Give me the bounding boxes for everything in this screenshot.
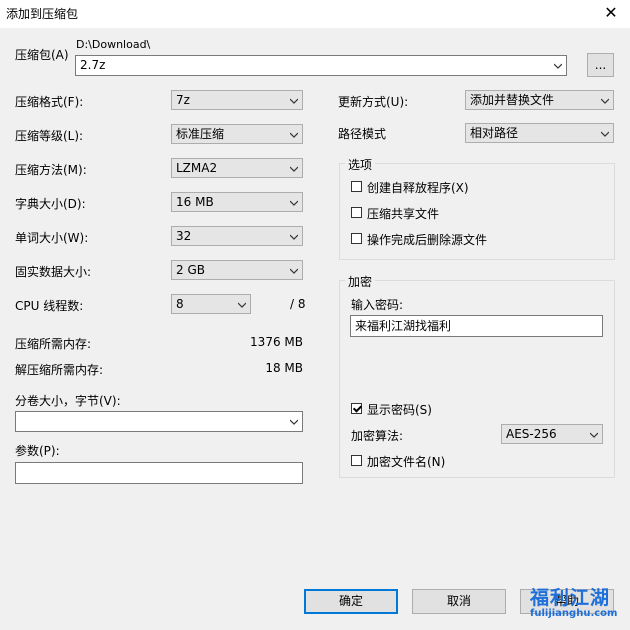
pathmode-select[interactable]: 相对路径	[465, 123, 614, 143]
word-select[interactable]: 32	[171, 226, 303, 246]
threads-value: 8	[176, 297, 184, 311]
chevron-down-icon	[601, 131, 609, 137]
shared-checkbox[interactable]	[351, 207, 362, 218]
chevron-down-icon	[554, 63, 562, 69]
params-input[interactable]	[15, 462, 303, 484]
solid-select[interactable]: 2 GB	[171, 260, 303, 280]
archive-name-combo[interactable]: 2.7z	[75, 55, 567, 76]
solid-label: 固实数据大小:	[15, 265, 92, 279]
mem-compress-value: 1376 MB	[250, 335, 303, 349]
mem-compress-label: 压缩所需内存:	[15, 337, 92, 351]
method-label: 压缩方法(M):	[15, 163, 87, 177]
archive-name-value: 2.7z	[80, 58, 106, 72]
watermark-logo: 福利江湖 fulijianghu.com	[530, 583, 617, 619]
volume-label: 分卷大小，字节(V):	[15, 394, 121, 408]
encrypt-names-label: 加密文件名(N)	[367, 455, 446, 469]
watermark-domain: fulijianghu.com	[530, 608, 618, 619]
chevron-down-icon	[290, 200, 298, 206]
sfx-label: 创建自释放程序(X)	[367, 181, 469, 195]
close-button[interactable]: ✕	[598, 3, 624, 23]
level-label: 压缩等级(L):	[15, 129, 84, 143]
chevron-down-icon	[601, 98, 609, 104]
method-select[interactable]: LZMA2	[171, 158, 303, 178]
cancel-button[interactable]: 取消	[412, 589, 506, 614]
params-label: 参数(P):	[15, 444, 60, 458]
show-password-checkbox[interactable]	[351, 403, 362, 414]
delete-label: 操作完成后删除源文件	[367, 233, 488, 247]
password-input[interactable]: 来福利江湖找福利	[350, 315, 603, 337]
chevron-down-icon	[290, 166, 298, 172]
ok-button[interactable]: 确定	[304, 589, 398, 614]
algorithm-label: 加密算法:	[351, 429, 404, 443]
chevron-down-icon	[238, 302, 246, 308]
update-label: 更新方式(U):	[338, 95, 409, 109]
delete-checkbox[interactable]	[351, 233, 362, 244]
chevron-down-icon	[290, 132, 298, 138]
dict-label: 字典大小(D):	[15, 197, 86, 211]
shared-label: 压缩共享文件	[367, 207, 440, 221]
chevron-down-icon	[590, 432, 598, 438]
watermark-brand: 福利江湖	[530, 587, 611, 609]
level-select[interactable]: 标准压缩	[171, 124, 303, 144]
options-title: 选项	[345, 156, 376, 173]
update-value: 添加并替换文件	[470, 93, 555, 107]
mem-decompress-label: 解压缩所需内存:	[15, 363, 104, 377]
browse-button[interactable]: ...	[587, 53, 614, 77]
algorithm-select[interactable]: AES-256	[501, 424, 603, 444]
threads-max: / 8	[290, 297, 306, 311]
sfx-checkbox[interactable]	[351, 181, 362, 192]
format-label: 压缩格式(F):	[15, 95, 84, 109]
format-value: 7z	[176, 93, 190, 107]
chevron-down-icon	[290, 98, 298, 104]
chevron-down-icon	[290, 234, 298, 240]
password-label: 输入密码:	[351, 298, 404, 312]
update-select[interactable]: 添加并替换文件	[465, 90, 614, 110]
dict-select[interactable]: 16 MB	[171, 192, 303, 212]
pathmode-label: 路径模式	[338, 127, 387, 141]
encrypt-names-checkbox[interactable]	[351, 455, 362, 466]
archive-path: D:\Download\	[76, 38, 151, 51]
word-value: 32	[176, 229, 192, 243]
title-bar	[0, 0, 630, 28]
chevron-down-icon	[290, 419, 298, 425]
encrypt-title: 加密	[345, 273, 376, 290]
solid-value: 2 GB	[176, 263, 205, 277]
volume-combo[interactable]	[15, 411, 303, 432]
method-value: LZMA2	[176, 161, 218, 175]
word-label: 单词大小(W):	[15, 231, 89, 245]
threads-label: CPU 线程数:	[15, 299, 84, 313]
show-password-label: 显示密码(S)	[367, 403, 432, 417]
level-value: 标准压缩	[176, 127, 225, 141]
archive-label: 压缩包(A)	[15, 48, 69, 62]
close-icon: ✕	[604, 3, 618, 22]
mem-decompress-value: 18 MB	[265, 361, 303, 375]
dict-value: 16 MB	[176, 195, 214, 209]
algorithm-value: AES-256	[506, 427, 557, 441]
chevron-down-icon	[290, 268, 298, 274]
pathmode-value: 相对路径	[470, 126, 519, 140]
window-title: 添加到压缩包	[6, 7, 79, 21]
threads-select[interactable]: 8	[171, 294, 251, 314]
format-select[interactable]: 7z	[171, 90, 303, 110]
